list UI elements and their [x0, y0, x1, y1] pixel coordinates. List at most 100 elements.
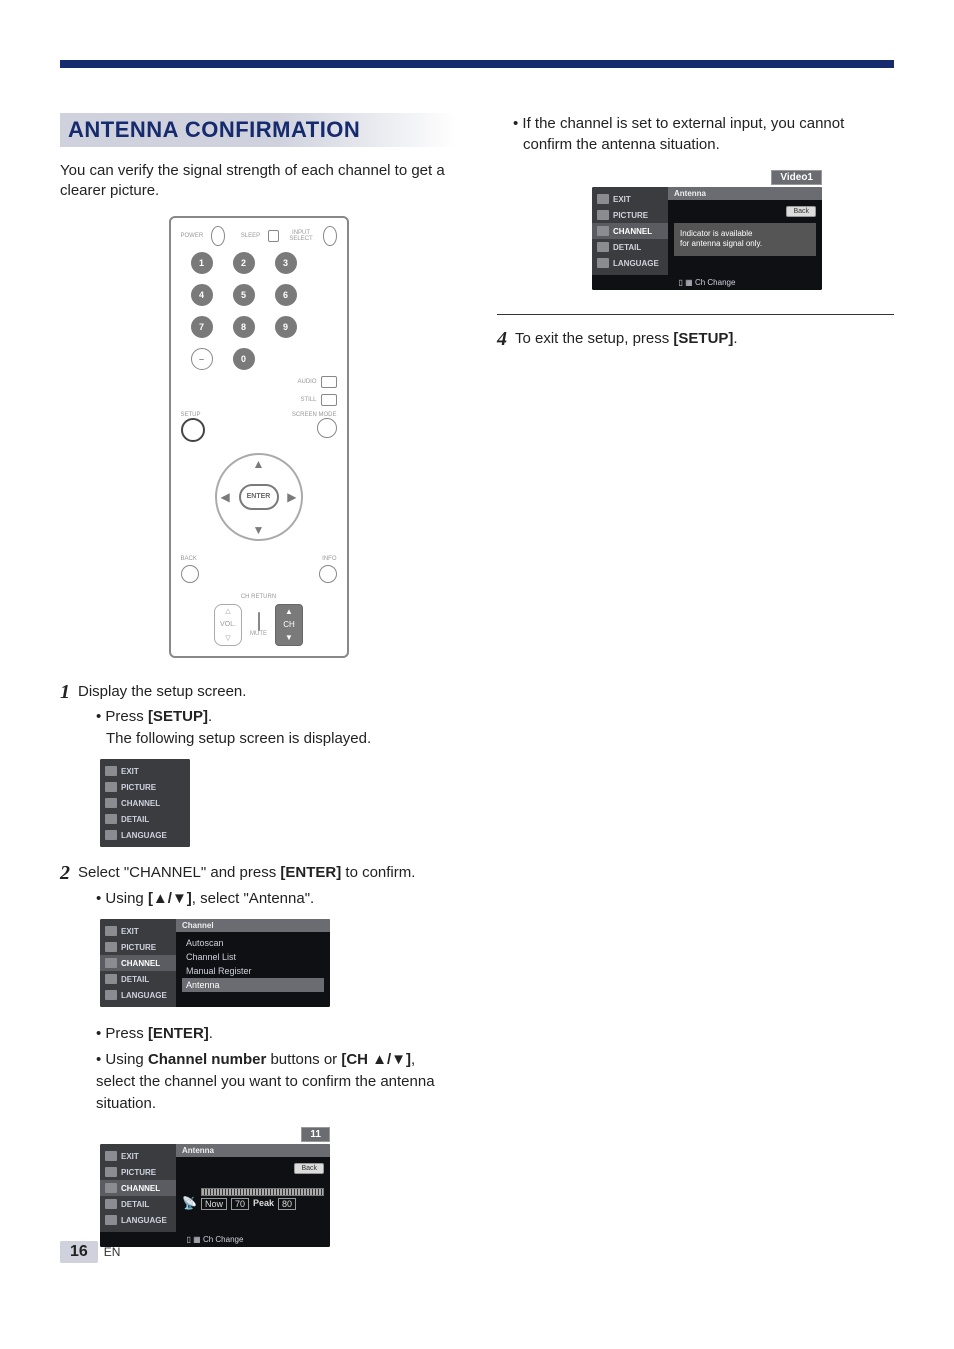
- arrow-left-icon: ◀: [221, 490, 230, 504]
- digit-5: 5: [233, 284, 255, 306]
- exit-icon: [105, 766, 117, 776]
- picture-icon: [105, 942, 117, 952]
- osd3-now-label: Now: [201, 1198, 227, 1210]
- osd3-picture: PICTURE: [100, 1164, 176, 1180]
- osd3-channel-badge: 11: [301, 1127, 330, 1142]
- osd2-detail: DETAIL: [100, 971, 176, 987]
- osd2-exit: EXIT: [100, 923, 176, 939]
- language-icon: [105, 1215, 117, 1225]
- step-1-sub2: The following setup screen is displayed.: [96, 728, 371, 750]
- detail-icon: [105, 974, 117, 984]
- still-button-icon: [321, 394, 337, 406]
- number-pad: 1 2 3 4 5 6 7 8 9 – 0: [191, 252, 337, 370]
- digit-6: 6: [275, 284, 297, 306]
- channel-icon: [597, 226, 609, 236]
- digit-0: 0: [233, 348, 255, 370]
- step-2-sub1: • Using [▲/▼], select "Antenna".: [96, 888, 457, 910]
- step-4-number: 4: [497, 329, 507, 349]
- step-2-number: 2: [60, 863, 70, 883]
- osd3-footer: ▯ ▦ Ch Change: [100, 1232, 330, 1247]
- osd-item-picture: PICTURE: [100, 779, 190, 795]
- step-2-text: Select "CHANNEL" and press [ENTER] to co…: [78, 863, 457, 883]
- digit-2: 2: [233, 252, 255, 274]
- step-1-sub: • Press [SETUP]. The following setup scr…: [96, 706, 457, 750]
- arrow-right-icon: ▶: [287, 490, 296, 504]
- right-column: • If the channel is set to external inpu…: [497, 113, 894, 1263]
- channel-icon: [105, 958, 117, 968]
- language-icon: [105, 830, 117, 840]
- osd3-peak-val: 80: [278, 1198, 296, 1210]
- exit-icon: [105, 1151, 117, 1161]
- step-2: 2 Select "CHANNEL" and press [ENTER] to …: [60, 863, 457, 883]
- ch-label: CH: [283, 620, 295, 629]
- osd4-exit: EXIT: [592, 191, 668, 207]
- step-2-sub2: • Press [ENTER].: [96, 1023, 457, 1045]
- osd-antenna-signal: EXIT PICTURE CHANNEL DETAIL LANGUAGE Ant…: [100, 1144, 330, 1247]
- mute-button-icon: [258, 612, 260, 631]
- osd4-detail: DETAIL: [592, 239, 668, 255]
- osd2-autoscan: Autoscan: [182, 936, 324, 950]
- channel-icon: [105, 1183, 117, 1193]
- osd4-channel-badge: Video1: [771, 170, 822, 185]
- channel-icon: [105, 798, 117, 808]
- digit-8: 8: [233, 316, 255, 338]
- osd2-title: Channel: [176, 919, 330, 932]
- exit-icon: [105, 926, 117, 936]
- mute-label: MUTE: [250, 631, 267, 637]
- osd2-manualreg: Manual Register: [182, 964, 324, 978]
- audio-label: AUDIO: [297, 379, 316, 385]
- info-label: INFO: [322, 556, 336, 562]
- screenmode-button-icon: [317, 418, 337, 438]
- input-select-icon: [323, 226, 337, 246]
- back-button-icon: [181, 565, 199, 583]
- ch-rocker: ▲ CH ▼: [275, 604, 303, 646]
- osd4-message: Indicator is available for antenna signa…: [674, 223, 816, 256]
- osd-setup-menu: EXIT PICTURE CHANNEL DETAIL LANGUAGE: [100, 759, 190, 847]
- digit-3: 3: [275, 252, 297, 274]
- sleep-button-icon: [268, 230, 279, 242]
- enter-button: ENTER: [239, 484, 279, 510]
- osd3-channel: CHANNEL: [100, 1180, 176, 1196]
- step-2-sub3: • Using Channel number buttons or [CH ▲/…: [96, 1049, 457, 1114]
- osd3-title: Antenna: [176, 1144, 330, 1157]
- section-title-bar: ANTENNA CONFIRMATION: [60, 113, 457, 147]
- section-title: ANTENNA CONFIRMATION: [68, 117, 360, 142]
- step-1-sub1-key: [SETUP]: [148, 708, 208, 725]
- picture-icon: [105, 782, 117, 792]
- left-column: ANTENNA CONFIRMATION You can verify the …: [60, 113, 457, 1263]
- step-1-text: Display the setup screen.: [78, 682, 457, 702]
- page-lang: EN: [104, 1245, 121, 1259]
- still-label: STILL: [300, 397, 316, 403]
- vol-label: VOL.: [220, 621, 236, 628]
- osd3-now-val: 70: [231, 1198, 249, 1210]
- step-1: 1 Display the setup screen.: [60, 682, 457, 702]
- power-button-icon: [211, 226, 225, 246]
- osd3-language: LANGUAGE: [100, 1212, 176, 1228]
- screenmode-label: SCREEN MODE: [292, 412, 337, 418]
- info-button-icon: [319, 565, 337, 583]
- step-1-sub1-suffix: .: [208, 708, 212, 725]
- vol-rocker: △ VOL. ▽: [214, 604, 242, 646]
- digit-1: 1: [191, 252, 213, 274]
- osd2-antenna: Antenna: [182, 978, 324, 992]
- osd3-bar: [201, 1188, 324, 1196]
- step-1-number: 1: [60, 682, 70, 702]
- right-note: • If the channel is set to external inpu…: [513, 113, 894, 155]
- osd2-channellist: Channel List: [182, 950, 324, 964]
- osd-channel-submenu: EXIT PICTURE CHANNEL DETAIL LANGUAGE Cha…: [100, 919, 330, 1007]
- digit-9: 9: [275, 316, 297, 338]
- back-label: BACK: [181, 556, 197, 562]
- input-select-label: INPUT SELECT: [287, 230, 315, 242]
- step-1-sub1-prefix: • Press: [96, 708, 148, 725]
- osd4-back: Back: [786, 206, 816, 217]
- osd4-footer: ▯ ▦ Ch Change: [592, 275, 822, 290]
- osd-item-language: LANGUAGE: [100, 827, 190, 843]
- digit-4: 4: [191, 284, 213, 306]
- osd3-peak-label: Peak: [253, 1198, 274, 1210]
- chreturn-label: CH RETURN: [181, 594, 337, 600]
- osd-item-channel: CHANNEL: [100, 795, 190, 811]
- osd4-language: LANGUAGE: [592, 255, 668, 271]
- osd3-back: Back: [294, 1163, 324, 1174]
- exit-icon: [597, 194, 609, 204]
- osd3-signal-meter: 📡 Now 70 Peak 80: [182, 1188, 324, 1210]
